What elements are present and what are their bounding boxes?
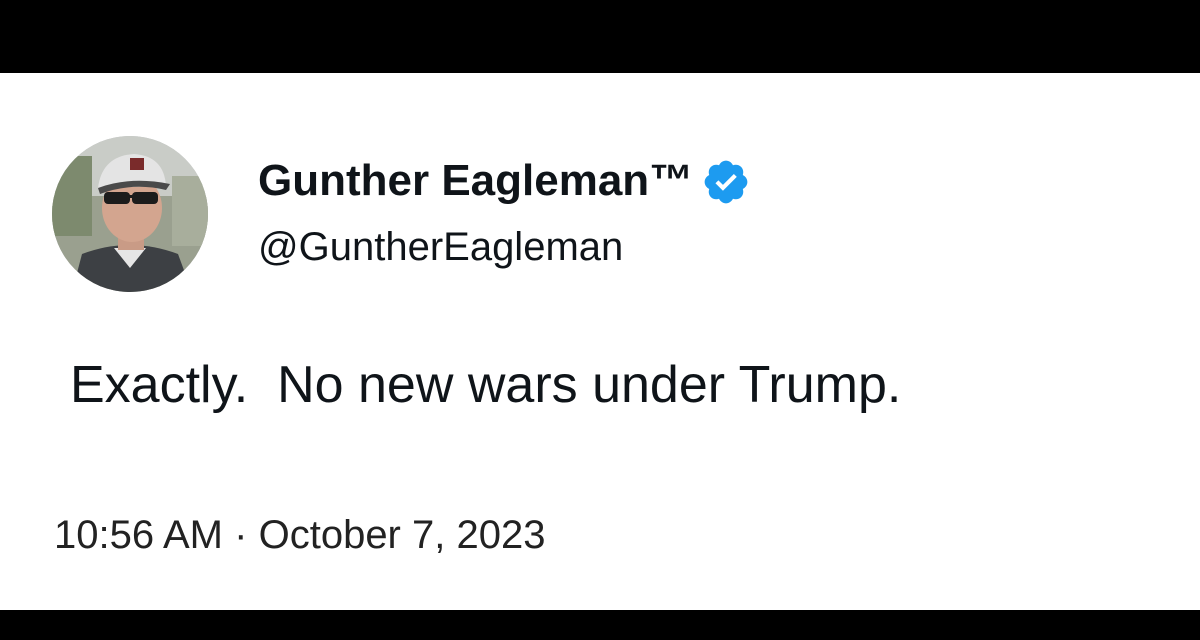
top-letterbox-bar — [0, 0, 1200, 73]
avatar-image — [52, 136, 208, 292]
timestamp-separator: · — [234, 513, 248, 557]
tweet-time: 10:56 AM — [54, 513, 224, 557]
avatar[interactable] — [52, 136, 208, 292]
bottom-letterbox-bar — [0, 610, 1200, 640]
verified-badge-icon — [704, 160, 748, 204]
tweet-card: Gunther Eagleman™ @GuntherEagleman Exact… — [0, 73, 1200, 610]
tweet-date: October 7, 2023 — [258, 513, 546, 557]
display-name[interactable]: Gunther Eagleman™ — [258, 156, 693, 206]
tweet-timestamp[interactable]: 10:56 AM · October 7, 2023 — [54, 513, 545, 558]
tweet-text: Exactly. No new wars under Trump. — [70, 356, 902, 414]
author-handle[interactable]: @GuntherEagleman — [258, 225, 623, 270]
author-header: Gunther Eagleman™ — [258, 153, 751, 209]
